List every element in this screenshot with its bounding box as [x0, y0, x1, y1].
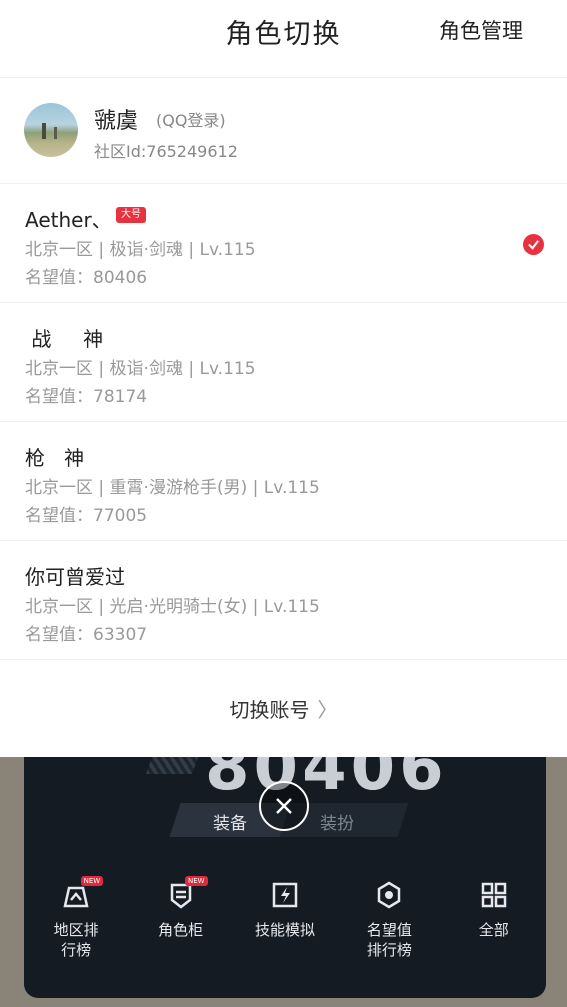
- close-button[interactable]: [259, 781, 309, 831]
- role-detail: 北京一区 | 极诣·剑魂 | Lv.115: [25, 240, 256, 260]
- role-fame: 名望值：80406: [25, 268, 148, 288]
- feature-fame-rank[interactable]: 名望值 排行榜: [344, 880, 434, 980]
- skill-icon: [272, 882, 298, 908]
- login-type: (QQ登录): [156, 111, 226, 130]
- role-fame: 名望值：78174: [25, 387, 148, 407]
- feature-wardrobe[interactable]: NEW 角色柜: [136, 876, 226, 980]
- role-name: 枪 神: [25, 446, 85, 470]
- role-name: 战 神: [25, 327, 104, 351]
- main-account-badge: 大号: [116, 207, 146, 223]
- role-name: 你可曾爱过: [25, 565, 125, 589]
- selected-check-icon: [523, 234, 544, 255]
- tab-equip[interactable]: 装备: [213, 809, 247, 834]
- feature-label: 角色柜: [158, 921, 204, 939]
- feature-map-rank[interactable]: NEW 地区排 行榜: [31, 876, 121, 980]
- new-badge: NEW: [184, 876, 208, 886]
- role-item[interactable]: 战 神 北京一区 | 极诣·剑魂 | Lv.115 名望值：78174: [0, 303, 567, 422]
- switch-account-button[interactable]: 切换账号 〉: [0, 660, 567, 757]
- role-switch-panel: 角色切换 角色管理 虢虞 (QQ登录) 社区Id:765249612 Aethe…: [0, 0, 567, 757]
- role-item[interactable]: Aether、 大号 北京一区 | 极诣·剑魂 | Lv.115 名望值：804…: [0, 184, 567, 303]
- feature-all[interactable]: 全部: [449, 880, 539, 980]
- role-item[interactable]: 枪 神 北京一区 | 重霄·漫游枪手(男) | Lv.115 名望值：77005: [0, 422, 567, 541]
- feature-label: 技能模拟: [254, 921, 315, 939]
- role-item[interactable]: 你可曾爱过 北京一区 | 光启·光明骑士(女) | Lv.115 名望值：633…: [0, 541, 567, 660]
- avatar: [24, 103, 78, 157]
- account-row: 虢虞 (QQ登录) 社区Id:765249612: [0, 78, 567, 184]
- account-name: 虢虞: [94, 109, 139, 134]
- new-badge: NEW: [80, 876, 104, 886]
- feature-skill-sim[interactable]: 技能模拟: [240, 880, 330, 980]
- feature-icons-row: NEW 地区排 行榜 NEW 角色柜 技能模拟 名望值 排行榜 全部: [24, 876, 546, 980]
- fame-rank-icon: [378, 881, 401, 909]
- panel-header: 角色切换 角色管理: [0, 0, 567, 78]
- feature-label: 名望值 排行榜: [366, 921, 412, 959]
- role-fame: 名望值：63307: [25, 625, 148, 645]
- role-name: Aether、: [25, 208, 112, 232]
- community-id: 社区Id:765249612: [94, 142, 238, 161]
- switch-account-label: 切换账号: [229, 698, 310, 722]
- close-icon: [276, 798, 292, 814]
- chevron-right-icon: 〉: [317, 698, 338, 722]
- role-detail: 北京一区 | 极诣·剑魂 | Lv.115: [25, 359, 256, 379]
- role-manage-button[interactable]: 角色管理: [439, 15, 523, 45]
- feature-label: 全部: [478, 921, 509, 939]
- tab-dress[interactable]: 装扮: [320, 809, 354, 834]
- feature-label: 地区排 行榜: [53, 921, 99, 959]
- grid-icon: [481, 882, 506, 908]
- role-detail: 北京一区 | 光启·光明骑士(女) | Lv.115: [25, 597, 320, 617]
- role-detail: 北京一区 | 重霄·漫游枪手(男) | Lv.115: [25, 478, 320, 498]
- role-fame: 名望值：77005: [25, 506, 148, 526]
